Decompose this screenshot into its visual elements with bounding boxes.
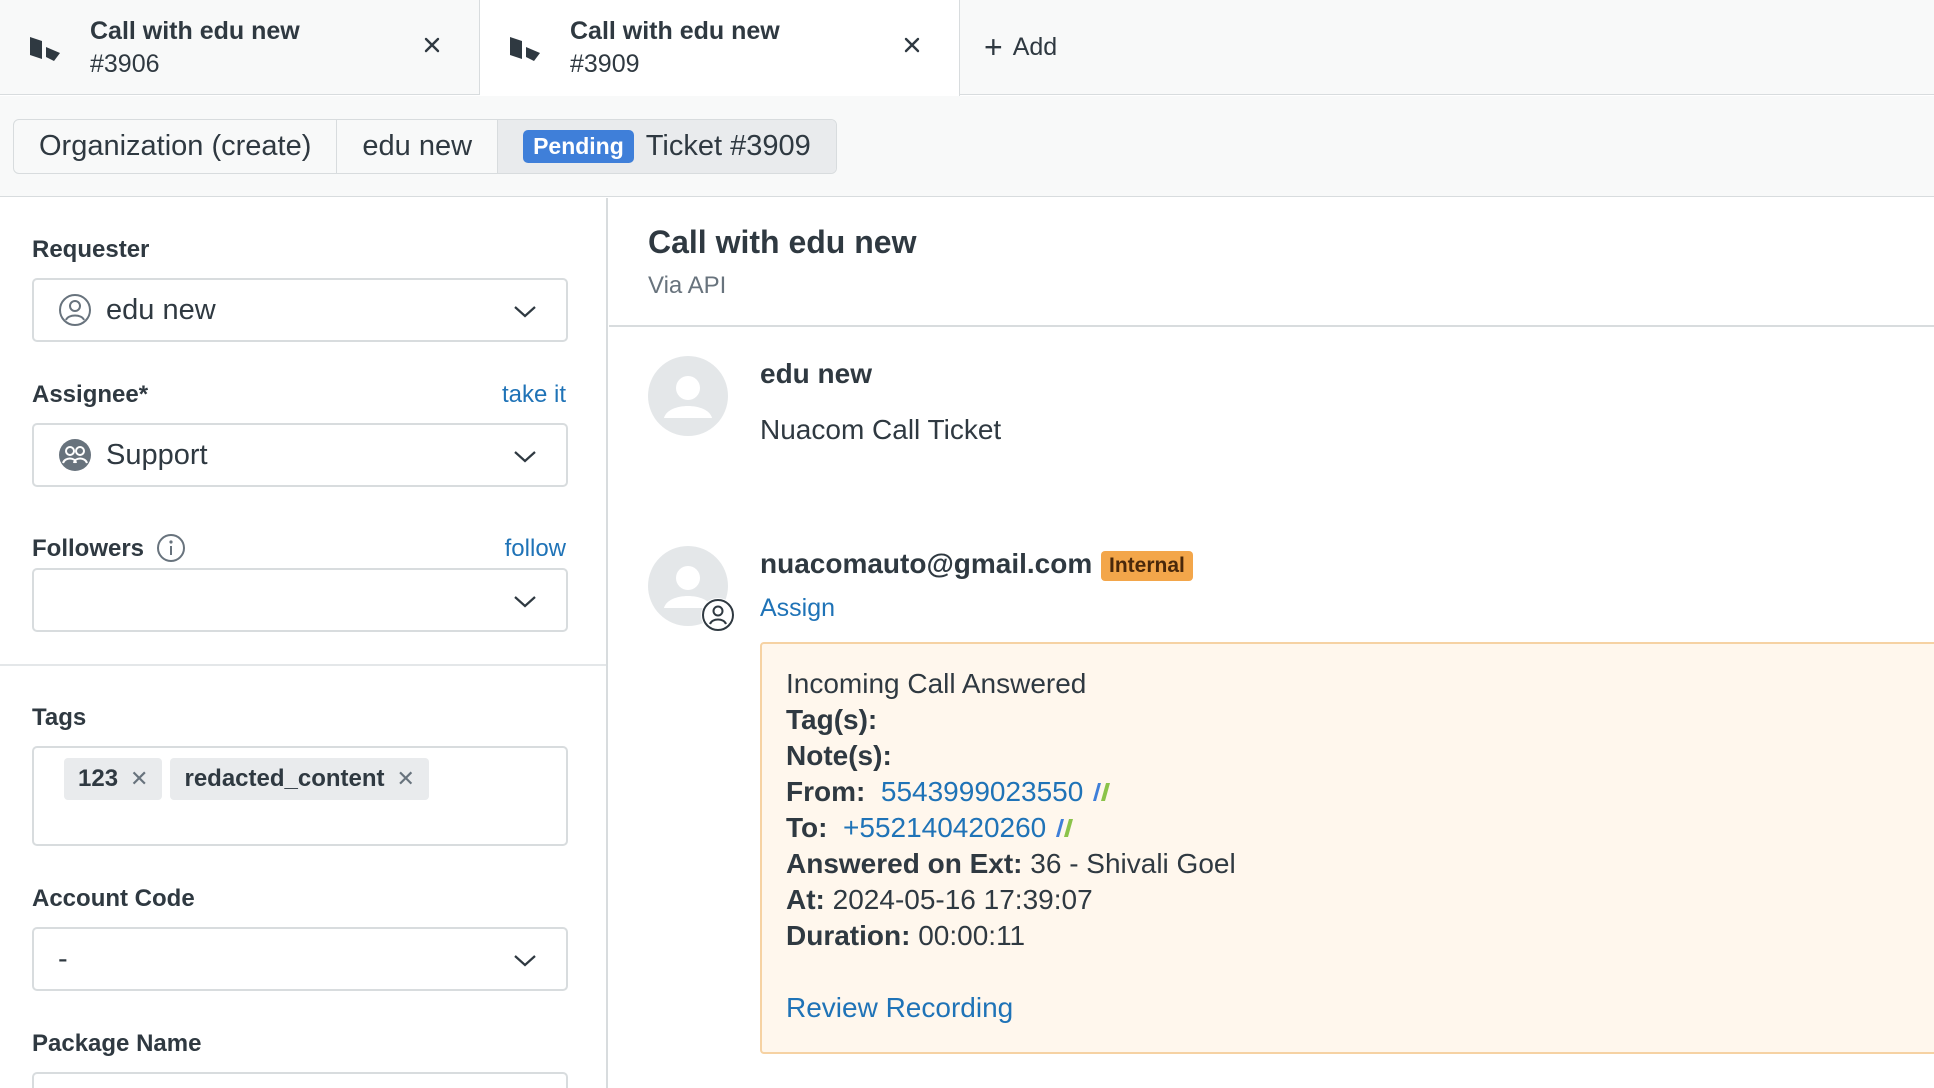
- ticket-header: Call with edu new Via API: [609, 198, 1934, 327]
- note-ext-label: Answered on Ext:: [786, 848, 1023, 879]
- close-icon[interactable]: [419, 32, 445, 58]
- followers-select[interactable]: [32, 568, 568, 632]
- section-divider: [0, 664, 606, 666]
- take-it-link[interactable]: take it: [502, 381, 566, 409]
- add-tab-label: Add: [1012, 32, 1058, 61]
- tab-title: Call with edu new: [90, 16, 300, 45]
- default-avatar-icon: [664, 376, 712, 418]
- add-tab-button[interactable]: + Add: [960, 0, 1057, 94]
- nuacom-call-icon[interactable]: [1052, 817, 1076, 839]
- account-code-value: -: [58, 942, 68, 975]
- account-code-select[interactable]: -: [32, 927, 568, 991]
- ticket-properties-panel: Requester edu new Assignee* take it Supp…: [0, 198, 608, 1088]
- status-badge: Pending: [523, 130, 634, 163]
- note-duration-label: Duration:: [786, 920, 911, 951]
- tab-title: Call with edu new: [570, 17, 780, 45]
- tag-chip[interactable]: 123 ✕: [64, 758, 163, 800]
- package-name-input[interactable]: [32, 1072, 568, 1088]
- remove-tag-icon[interactable]: ✕: [397, 766, 415, 792]
- from-phone-link[interactable]: 5543999023550: [881, 776, 1083, 807]
- avatar: [648, 356, 728, 436]
- tag-label: redacted_content: [184, 765, 385, 792]
- requester-select[interactable]: edu new: [32, 278, 568, 342]
- ticket-conversation: Call with edu new Via API edu new Nuacom…: [609, 198, 1934, 1088]
- tab-number: #3906: [90, 49, 160, 78]
- user-icon: [59, 294, 91, 326]
- follow-link[interactable]: follow: [505, 535, 566, 563]
- followers-label: Followers: [32, 533, 186, 563]
- to-phone-link[interactable]: +552140420260: [843, 812, 1046, 843]
- zendesk-logo-icon: [510, 37, 540, 61]
- breadcrumb-organization[interactable]: Organization (create): [14, 120, 338, 173]
- review-recording-link[interactable]: Review Recording: [786, 990, 1934, 1026]
- internal-badge: Internal: [1101, 551, 1193, 581]
- note-tags-label: Tag(s):: [786, 704, 878, 735]
- tab-ticket-3906[interactable]: Call with edu new #3906: [0, 0, 480, 95]
- message-author[interactable]: edu new: [760, 358, 872, 390]
- internal-note: Incoming Call Answered Tag(s): Note(s): …: [760, 642, 1934, 1054]
- tags-input[interactable]: 123 ✕ redacted_content ✕: [32, 746, 568, 846]
- assign-link[interactable]: Assign: [760, 594, 835, 623]
- assignee-value: Support: [106, 438, 208, 471]
- note-to-label: To:: [786, 812, 828, 843]
- followers-label-text: Followers: [32, 535, 145, 562]
- note-at-label: At:: [786, 884, 825, 915]
- note-from-label: From:: [786, 776, 866, 807]
- assignee-select[interactable]: Support: [32, 423, 568, 487]
- requester-value: edu new: [106, 293, 216, 326]
- breadcrumb-bar: Organization (create) edu new Pending Ti…: [0, 96, 1934, 197]
- message-body: Nuacom Call Ticket: [760, 414, 1002, 445]
- remove-tag-icon[interactable]: ✕: [130, 766, 148, 792]
- chevron-down-icon: [514, 451, 536, 463]
- plus-icon: +: [984, 29, 1003, 65]
- close-icon[interactable]: [899, 32, 925, 58]
- requester-label: Requester: [32, 236, 150, 263]
- chevron-down-icon: [514, 596, 536, 608]
- nuacom-call-icon[interactable]: [1089, 781, 1113, 803]
- ticket-channel: Via API: [648, 272, 727, 299]
- group-icon: [59, 439, 91, 471]
- agent-badge-icon: [701, 598, 735, 632]
- breadcrumb: Organization (create) edu new Pending Ti…: [13, 119, 837, 174]
- note-at-value: 2024-05-16 17:39:07: [832, 884, 1093, 915]
- message-author[interactable]: nuacomauto@gmail.com: [760, 548, 1092, 580]
- info-icon[interactable]: [156, 533, 186, 563]
- account-code-label: Account Code: [32, 885, 195, 912]
- tag-label: 123: [78, 765, 119, 792]
- ticket-title: Call with edu new: [648, 224, 917, 260]
- breadcrumb-ticket[interactable]: Pending Ticket #3909: [498, 120, 836, 173]
- package-name-label: Package Name: [32, 1030, 202, 1057]
- note-heading: Incoming Call Answered: [786, 668, 1087, 699]
- tab-ticket-3909[interactable]: Call with edu new #3909: [480, 0, 960, 96]
- chevron-down-icon: [514, 306, 536, 318]
- assignee-label: Assignee*: [32, 381, 149, 408]
- note-notes-label: Note(s):: [786, 740, 892, 771]
- note-ext-value: 36 - Shivali Goel: [1030, 848, 1236, 879]
- chevron-down-icon: [514, 955, 536, 967]
- zendesk-logo-icon: [30, 36, 60, 61]
- breadcrumb-ticket-label: Ticket #3909: [645, 130, 811, 162]
- tab-number: #3909: [570, 50, 640, 78]
- tag-chip[interactable]: redacted_content ✕: [170, 758, 429, 800]
- tags-label: Tags: [32, 704, 87, 731]
- tab-bar: Call with edu new #3906 Call with edu ne…: [0, 0, 1934, 96]
- breadcrumb-user[interactable]: edu new: [337, 120, 499, 173]
- note-duration-value: 00:00:11: [918, 920, 1026, 951]
